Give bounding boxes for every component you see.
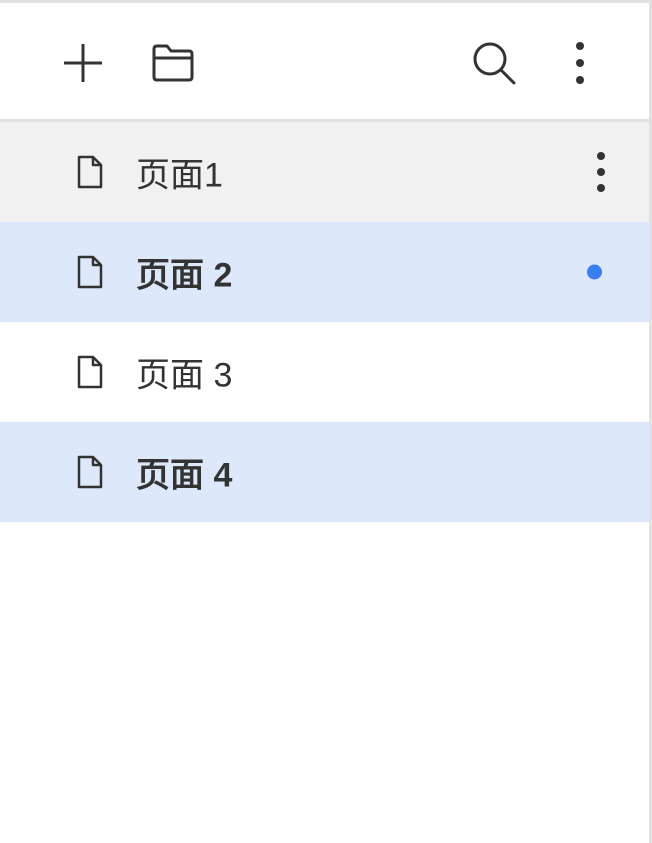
pages-toolbar <box>0 3 649 122</box>
plus-icon <box>64 44 102 82</box>
page-item-3[interactable]: 页面 3 <box>0 322 649 422</box>
page-item-4[interactable]: 页面 4 <box>0 422 649 522</box>
page-item-2[interactable]: 页面 2 <box>0 222 649 322</box>
add-folder-button[interactable] <box>143 33 203 93</box>
page-item-1[interactable]: 页面1 <box>0 122 649 222</box>
page-icon <box>77 155 103 189</box>
page-label: 页面 4 <box>136 456 233 495</box>
current-page-dot <box>587 264 602 280</box>
page-more-options-button[interactable] <box>589 150 613 194</box>
search-button[interactable] <box>464 33 524 93</box>
more-options-button[interactable] <box>550 33 610 93</box>
add-page-button[interactable] <box>53 33 113 93</box>
page-label: 页面1 <box>136 156 223 195</box>
page-list: 页面1 页面 2 页面 3 页面 4 <box>0 122 649 522</box>
page-label: 页面 2 <box>136 256 233 295</box>
search-icon <box>473 42 516 85</box>
page-icon <box>77 455 103 489</box>
pages-panel: 页面1 页面 2 页面 3 页面 4 <box>0 0 652 843</box>
more-vertical-icon <box>597 152 605 192</box>
page-icon <box>77 355 103 389</box>
folder-icon <box>152 44 194 82</box>
page-label: 页面 3 <box>136 356 233 395</box>
more-vertical-icon <box>576 42 584 84</box>
page-icon <box>77 255 103 289</box>
